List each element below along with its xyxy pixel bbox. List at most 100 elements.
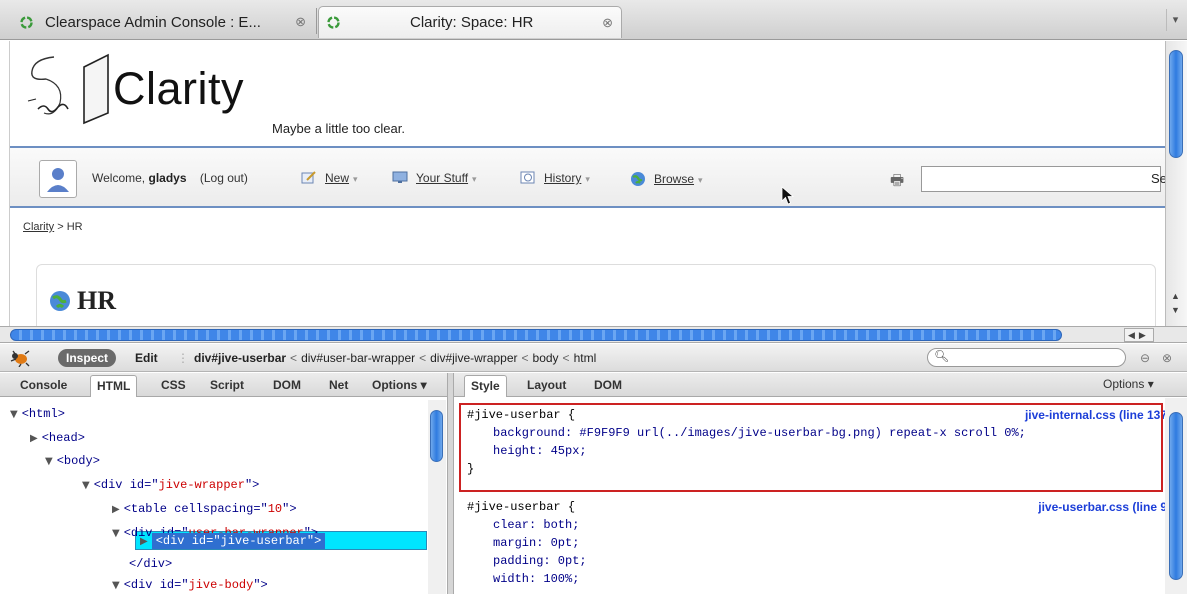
tab-dom[interactable]: DOM bbox=[273, 377, 301, 393]
search-input[interactable] bbox=[921, 166, 1161, 192]
highlighted-rule-box bbox=[459, 403, 1163, 492]
welcome-prefix: Welcome, bbox=[92, 171, 146, 185]
scrollbar-thumb[interactable] bbox=[1169, 50, 1183, 158]
tree-node-text: <head> bbox=[41, 431, 85, 445]
expand-triangle-icon[interactable]: ▼ bbox=[82, 480, 90, 491]
close-icon[interactable]: ⊗ bbox=[1162, 351, 1172, 365]
expand-triangle-icon[interactable]: ▼ bbox=[112, 580, 120, 591]
path-ancestor[interactable]: body bbox=[533, 351, 559, 365]
user-avatar-icon bbox=[47, 168, 69, 192]
scrollbar-thumb[interactable] bbox=[430, 410, 443, 462]
tab-script[interactable]: Script bbox=[210, 377, 244, 393]
tab-close-icon[interactable]: ⊗ bbox=[295, 14, 306, 30]
tree-node-jive-wrapper[interactable]: ▼ <div id="jive-wrapper"> bbox=[82, 477, 259, 494]
tree-node-jive-userbar[interactable]: ▶ <div id="jive-userbar"> bbox=[140, 533, 326, 550]
scrollbar-thumb[interactable] bbox=[1169, 412, 1183, 580]
browser-tab-bar: Clearspace Admin Console : E... ⊗ Clarit… bbox=[0, 0, 1187, 40]
tab-clarity-space-hr[interactable]: Clarity: Space: HR ⊗ bbox=[318, 6, 622, 38]
css-property[interactable]: padding: 0pt; bbox=[493, 553, 1165, 570]
clearspace-favicon-icon bbox=[20, 15, 33, 29]
print-icon[interactable]: 🖶 bbox=[890, 170, 904, 195]
pencil-document-icon bbox=[301, 171, 316, 184]
site-tagline: Maybe a little too clear. bbox=[272, 121, 405, 136]
avatar[interactable] bbox=[39, 160, 77, 198]
tree-vertical-scrollbar[interactable] bbox=[428, 400, 446, 594]
tab-css[interactable]: CSS bbox=[161, 377, 186, 393]
css-rule-selector: #jive-userbar { jive-userbar.css (line 9… bbox=[467, 499, 1165, 516]
path-ancestor[interactable]: div#user-bar-wrapper bbox=[301, 351, 415, 365]
clearspace-favicon-icon bbox=[327, 16, 340, 29]
panel-splitter[interactable] bbox=[447, 373, 454, 594]
tab-console[interactable]: Console bbox=[20, 377, 67, 393]
rule-selector-text: #jive-userbar { bbox=[467, 500, 576, 514]
expand-triangle-icon[interactable]: ▼ bbox=[45, 456, 53, 467]
expand-triangle-icon[interactable]: ▶ bbox=[140, 536, 148, 547]
scroll-left-right-arrows-icon[interactable]: ◀▶ bbox=[1124, 328, 1154, 342]
tree-node-text: "> bbox=[253, 578, 268, 592]
chevron-down-icon: ▾ bbox=[585, 174, 590, 184]
minimize-icon[interactable]: ⊖ bbox=[1140, 351, 1150, 365]
tree-node-text: <html> bbox=[21, 407, 65, 421]
chevron-down-icon: ▾ bbox=[472, 174, 477, 184]
property-text: margin: 0pt; bbox=[493, 536, 580, 550]
css-property[interactable]: margin: 0pt; bbox=[493, 535, 1165, 552]
tree-node-body[interactable]: ▼ <body> bbox=[45, 453, 100, 470]
expand-triangle-icon[interactable]: ▼ bbox=[112, 528, 120, 539]
path-ancestor[interactable]: html bbox=[574, 351, 597, 365]
tree-node-jive-body[interactable]: ▼ <div id="jive-body"> bbox=[112, 577, 268, 594]
tab-title: Clearspace Admin Console : E... bbox=[45, 13, 261, 31]
new-menu-label: New bbox=[325, 171, 350, 185]
username: gladys bbox=[148, 171, 187, 185]
css-property[interactable]: clear: both; bbox=[493, 517, 1165, 534]
your-stuff-menu[interactable]: Your Stuff ▾ bbox=[392, 171, 477, 185]
page-vertical-scrollbar[interactable]: ▲ ▼ bbox=[1165, 41, 1187, 326]
screenshot: Clearspace Admin Console : E... ⊗ Clarit… bbox=[0, 0, 1187, 594]
browse-menu[interactable]: Browse ▾ bbox=[630, 171, 703, 187]
toolbar-separator: ⋮ bbox=[177, 351, 189, 365]
firebug-bug-icon[interactable] bbox=[9, 349, 31, 367]
new-menu[interactable]: New ▾ bbox=[301, 171, 358, 185]
path-current-element[interactable]: div#jive-userbar bbox=[194, 351, 286, 365]
tree-node-text: <div id=" bbox=[93, 478, 159, 492]
chevron-down-icon: ▾ bbox=[353, 174, 358, 184]
edit-button[interactable]: Edit bbox=[135, 349, 158, 367]
style-vertical-scrollbar[interactable] bbox=[1165, 398, 1187, 594]
side-panel-options-menu[interactable]: Options ▾ bbox=[1103, 377, 1154, 391]
tree-node-html[interactable]: ▼ <html> bbox=[10, 406, 65, 423]
tab-list-menu-icon[interactable]: ▾ bbox=[1166, 9, 1184, 31]
tab-options[interactable]: Options ▾ bbox=[372, 377, 427, 393]
tab-admin-console[interactable]: Clearspace Admin Console : E... ⊗ bbox=[12, 6, 314, 38]
tab-close-icon[interactable]: ⊗ bbox=[602, 15, 613, 31]
globe-icon bbox=[50, 291, 70, 311]
tree-node-head[interactable]: ▶ <head> bbox=[30, 430, 85, 447]
firebug-search-input[interactable]: 🔍︎ bbox=[927, 348, 1126, 367]
expand-triangle-icon[interactable]: ▶ bbox=[30, 433, 38, 444]
page-horizontal-scrollbar[interactable]: ◀▶ bbox=[0, 326, 1187, 343]
scrollbar-thumb[interactable] bbox=[10, 329, 1062, 341]
tree-node-table[interactable]: ▶ <table cellspacing="10"> bbox=[112, 501, 297, 518]
property-text: clear: both; bbox=[493, 518, 580, 532]
element-path-breadcrumb: div#jive-userbar < div#user-bar-wrapper < di… bbox=[194, 351, 597, 365]
search-button[interactable]: Sea bbox=[1151, 166, 1165, 192]
scroll-up-arrow-icon[interactable]: ▲ bbox=[1171, 291, 1180, 301]
tree-node-close-div[interactable]: </div> bbox=[125, 556, 172, 573]
history-menu[interactable]: History ▾ bbox=[520, 171, 590, 185]
path-ancestor[interactable]: div#jive-wrapper bbox=[430, 351, 517, 365]
tab-style[interactable]: Style bbox=[464, 375, 507, 397]
site-title[interactable]: Clarity bbox=[113, 63, 244, 115]
css-property[interactable]: width: 100%; bbox=[493, 571, 1165, 588]
firebug-toolbar: Inspect Edit ⋮ div#jive-userbar < div#user… bbox=[0, 344, 1187, 372]
breadcrumb-clarity-link[interactable]: Clarity bbox=[23, 221, 54, 233]
breadcrumb-separator: > bbox=[57, 221, 64, 233]
tab-layout[interactable]: Layout bbox=[527, 377, 566, 393]
tab-dom-side[interactable]: DOM bbox=[594, 377, 622, 393]
scroll-down-arrow-icon[interactable]: ▼ bbox=[1171, 305, 1180, 315]
expand-triangle-icon[interactable]: ▼ bbox=[10, 409, 18, 420]
logout-link[interactable]: (Log out) bbox=[200, 171, 248, 185]
tab-net[interactable]: Net bbox=[329, 377, 348, 393]
css-source-link[interactable]: jive-userbar.css (line 9) bbox=[1038, 499, 1165, 516]
expand-triangle-icon[interactable]: ▶ bbox=[112, 504, 120, 515]
inspect-button[interactable]: Inspect bbox=[58, 349, 117, 367]
property-text: padding: 0pt; bbox=[493, 554, 587, 568]
tab-html[interactable]: HTML bbox=[90, 375, 138, 397]
